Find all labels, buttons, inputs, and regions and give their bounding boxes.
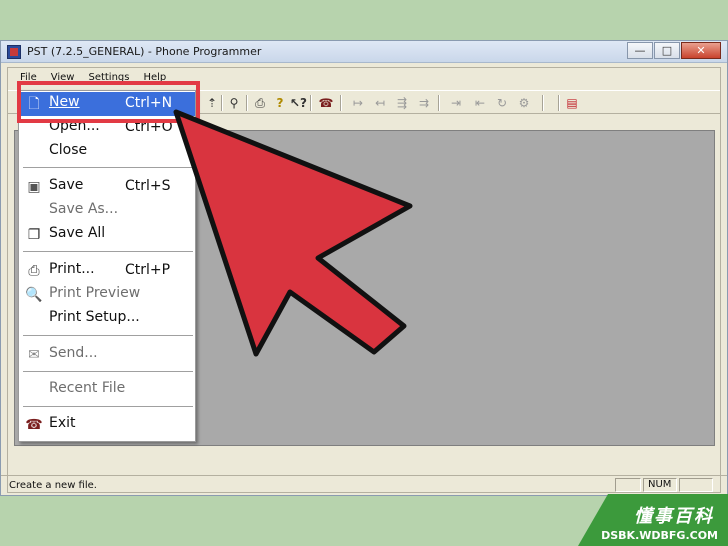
watermark-url: DSBK.WDBFG.COM (601, 529, 718, 542)
watermark-badge: 懂事百科 DSBK.WDBFG.COM (568, 494, 728, 546)
watermark-title: 懂事百科 (634, 506, 714, 527)
pointer-arrow-annotation (173, 109, 413, 357)
